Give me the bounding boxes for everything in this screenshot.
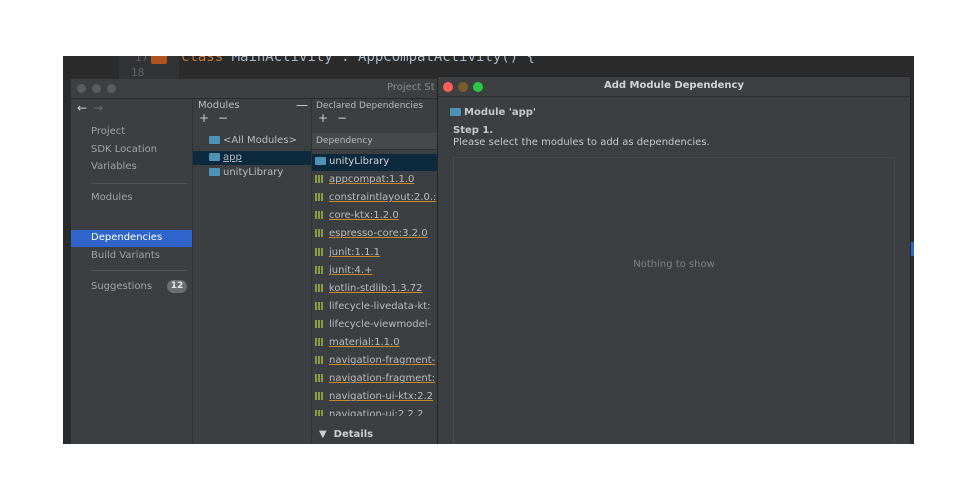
dependency-item[interactable]: lifecycle-viewmodel- (315, 319, 431, 330)
remove-dependency-icon[interactable]: − (337, 111, 347, 125)
dependency-label: kotlin-stdlib:1.3.72 (329, 282, 423, 294)
dependency-item[interactable]: material:1.1.0 (315, 337, 400, 348)
dependency-item[interactable]: kotlin-stdlib:1.3.72 (315, 283, 423, 294)
dependency-item[interactable]: junit:1.1.1 (315, 247, 380, 258)
declared-dependencies-panel: Declared Dependencies + − Dependency uni… (312, 99, 451, 444)
library-icon (315, 338, 324, 346)
dependency-item[interactable]: constraintlayout:2.0.: (315, 192, 436, 203)
instruction-text: Please select the modules to add as depe… (453, 137, 710, 148)
dependency-item[interactable]: navigation-ui-ktx:2.2 (315, 391, 433, 402)
code-keyword: class (181, 56, 224, 65)
library-icon (315, 319, 324, 328)
dependency-label: navigation-ui-ktx:2.2 (329, 391, 434, 403)
dependency-label: navigation-ui:2.2.2 (329, 409, 424, 417)
module-item[interactable]: unityLibrary (209, 167, 283, 178)
dependency-item[interactable]: navigation-fragment- (315, 355, 435, 366)
library-icon (315, 193, 324, 202)
nav-item-build-variants[interactable]: Build Variants (91, 250, 160, 261)
dialog-title: Add Module Dependency (604, 80, 744, 91)
dependency-label: core-ktx:1.2.0 (329, 210, 399, 222)
nav-divider (91, 183, 187, 184)
nav-item-project[interactable]: Project (91, 126, 125, 137)
dependency-item[interactable]: lifecycle-livedata-kt: (315, 301, 431, 312)
modules-header: Modules (198, 100, 240, 111)
dependency-item[interactable]: espresso-core:3.2.0 (315, 228, 428, 239)
dependency-label: navigation-fragment: (329, 373, 436, 385)
run-gutter-icon[interactable] (151, 56, 167, 64)
dependencies-header: Declared Dependencies (316, 101, 424, 111)
project-structure-window: Project St ← → Project SDK Location Vari… (71, 79, 451, 444)
module-selection-list[interactable]: Nothing to show (453, 157, 895, 444)
module-label: Module 'app' (450, 107, 536, 118)
module-item[interactable]: <All Modules> (209, 135, 297, 146)
dependency-column-header[interactable]: Dependency (312, 133, 451, 150)
add-module-icon[interactable]: + (199, 111, 209, 125)
empty-state-text: Nothing to show (633, 259, 715, 270)
library-icon (315, 247, 324, 256)
suggestions-count-badge: 12 (167, 280, 187, 293)
folder-icon (209, 168, 220, 176)
details-toggle[interactable]: ▼ Details (319, 429, 373, 440)
dependency-label: espresso-core:3.2.0 (329, 228, 428, 240)
project-structure-nav: ← → Project SDK Location Variables Modul… (71, 99, 193, 444)
desktop-screen: 17 18 class MainActivity : AppCompatActi… (63, 56, 914, 444)
dependency-label: lifecycle-viewmodel- (329, 318, 432, 330)
library-icon (315, 410, 324, 417)
editor-gutter: 17 18 (119, 56, 179, 80)
back-arrow-icon[interactable]: ← (77, 101, 87, 115)
line-number: 17 (135, 56, 149, 64)
dependency-label: junit:1.1.1 (329, 246, 380, 258)
modules-panel: Modules — + − <All Modules> app unityLib… (193, 98, 312, 444)
folder-icon (209, 136, 220, 144)
dependency-item[interactable]: core-ktx:1.2.0 (315, 210, 399, 221)
dependency-item[interactable]: navigation-ui:2.2.2 (315, 409, 424, 417)
add-dependency-icon[interactable]: + (318, 111, 328, 125)
library-icon (315, 265, 324, 274)
dependency-label: lifecycle-livedata-kt: (329, 300, 431, 312)
library-icon (315, 211, 324, 220)
project-structure-titlebar: Project St (71, 79, 451, 99)
nav-divider (91, 270, 187, 271)
folder-icon (450, 108, 461, 116)
dependency-label: constraintlayout:2.0.: (329, 192, 437, 204)
step-label: Step 1. (453, 125, 494, 136)
dependency-label: navigation-fragment- (329, 355, 436, 367)
dependency-item[interactable]: appcompat:1.1.0 (315, 174, 414, 185)
nav-item-variables[interactable]: Variables (91, 161, 137, 172)
module-item[interactable]: app (209, 152, 242, 163)
dependency-item[interactable]: navigation-fragment: (315, 373, 435, 384)
dependency-item[interactable]: junit:4.+ (315, 265, 372, 276)
dependency-label: junit:4.+ (329, 264, 373, 276)
dialog-titlebar: Add Module Dependency (438, 77, 910, 97)
remove-module-icon[interactable]: − (218, 111, 228, 125)
window-zoom-button[interactable] (107, 84, 116, 93)
library-icon (315, 356, 324, 365)
dependency-label: material:1.1.0 (329, 337, 400, 348)
line-number: 18 (131, 66, 145, 79)
code-line: class MainActivity : AppCompatActivity()… (181, 56, 535, 65)
nav-item-sdk-location[interactable]: SDK Location (91, 144, 157, 155)
forward-arrow-icon[interactable]: → (93, 101, 103, 115)
library-icon (315, 283, 324, 292)
project-structure-title: Project St (387, 82, 435, 93)
window-close-button[interactable] (77, 84, 86, 93)
library-icon (315, 301, 324, 310)
library-icon (315, 392, 324, 401)
add-module-dependency-dialog: Add Module Dependency Module 'app' Step … (437, 76, 911, 444)
nav-item-modules[interactable]: Modules (91, 192, 133, 203)
nav-item-suggestions[interactable]: Suggestions (91, 281, 152, 292)
library-icon (315, 175, 324, 184)
dependency-label: appcompat:1.1.0 (329, 174, 415, 186)
collapse-icon[interactable]: — (296, 98, 308, 112)
nav-item-dependencies[interactable]: Dependencies (91, 232, 162, 243)
module-icon (315, 157, 326, 165)
library-icon (315, 229, 324, 238)
dependency-label: unityLibrary (329, 156, 390, 167)
dependency-item[interactable]: unityLibrary (315, 156, 389, 167)
window-minimize-button[interactable] (92, 84, 101, 93)
library-icon (315, 374, 324, 383)
folder-icon (209, 153, 220, 161)
code-text: MainActivity : AppCompatActivity() { (223, 56, 536, 65)
